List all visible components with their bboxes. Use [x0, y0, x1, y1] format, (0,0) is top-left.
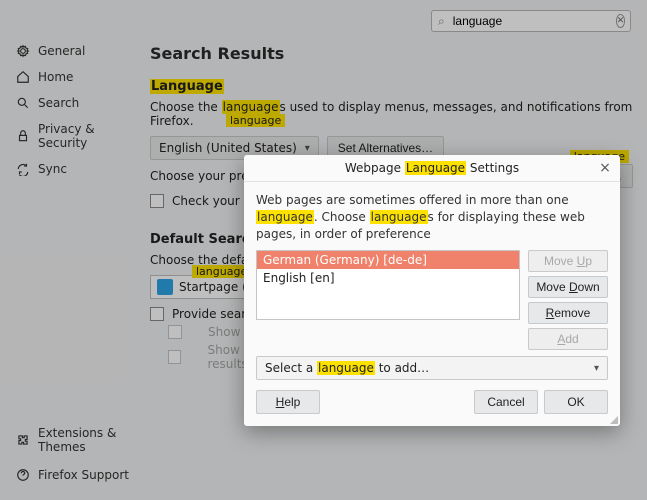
- close-icon[interactable]: ×: [598, 160, 612, 176]
- settings-sidebar: General Home Search Privacy & Security S…: [16, 44, 144, 176]
- check-spelling-checkbox[interactable]: [150, 194, 164, 208]
- sub-suggestion-checkbox: [168, 325, 182, 339]
- help-icon: [16, 468, 30, 482]
- add-language-select[interactable]: Select a language to add… ▾: [256, 356, 608, 380]
- move-up-button: Move Up: [528, 250, 608, 272]
- cancel-button[interactable]: Cancel: [474, 390, 538, 414]
- ok-button[interactable]: OK: [544, 390, 608, 414]
- language-order-list[interactable]: German (Germany) [de-de] English [en]: [256, 250, 520, 320]
- sidebar-item-privacy[interactable]: Privacy & Security: [16, 122, 144, 150]
- provide-suggestions-checkbox[interactable]: [150, 307, 164, 321]
- sidebar-label: Privacy & Security: [38, 122, 144, 150]
- search-hit-tooltip: language: [192, 265, 251, 278]
- sidebar-bottom: Extensions & Themes Firefox Support: [16, 426, 144, 482]
- sidebar-item-search[interactable]: Search: [16, 96, 144, 110]
- sidebar-label: General: [38, 44, 85, 58]
- chevron-down-icon: ▾: [305, 143, 310, 154]
- puzzle-icon: [16, 433, 30, 447]
- language-desc: Choose the languages used to display men…: [150, 100, 633, 128]
- sidebar-label: Search: [38, 96, 79, 110]
- settings-search[interactable]: ⌕ ✕: [431, 10, 631, 32]
- list-item[interactable]: English [en]: [257, 269, 519, 287]
- gear-icon: [16, 44, 30, 58]
- page-title: Search Results: [150, 44, 633, 63]
- move-down-button[interactable]: Move Down: [528, 276, 608, 298]
- resize-handle[interactable]: [608, 414, 618, 424]
- sidebar-label: Firefox Support: [38, 468, 129, 482]
- dialog-title: Webpage Language Settings ×: [244, 155, 620, 182]
- webpage-language-dialog: Webpage Language Settings × Web pages ar…: [244, 155, 620, 426]
- sidebar-label: Extensions & Themes: [38, 426, 144, 454]
- settings-search-input[interactable]: [451, 13, 610, 29]
- lock-icon: [16, 129, 30, 143]
- help-button[interactable]: Help: [256, 390, 320, 414]
- home-icon: [16, 70, 30, 84]
- dialog-explanation: Web pages are sometimes offered in more …: [256, 192, 608, 242]
- sidebar-item-sync[interactable]: Sync: [16, 162, 144, 176]
- search-icon: ⌕: [438, 14, 445, 29]
- sidebar-item-support[interactable]: Firefox Support: [16, 468, 144, 482]
- sidebar-label: Home: [38, 70, 73, 84]
- search-nav-icon: [16, 96, 30, 110]
- language-heading: Language: [150, 79, 633, 94]
- sub-suggestion-checkbox: [168, 350, 181, 364]
- sync-icon: [16, 162, 30, 176]
- list-item[interactable]: German (Germany) [de-de]: [257, 251, 519, 269]
- sidebar-label: Sync: [38, 162, 67, 176]
- add-button: Add: [528, 328, 608, 350]
- search-hit-tooltip: language: [226, 114, 285, 127]
- clear-search-icon[interactable]: ✕: [616, 14, 626, 28]
- engine-favicon-icon: [157, 279, 173, 295]
- sidebar-item-general[interactable]: General: [16, 44, 144, 58]
- sidebar-item-extensions[interactable]: Extensions & Themes: [16, 426, 144, 454]
- chevron-down-icon: ▾: [594, 363, 599, 374]
- sidebar-item-home[interactable]: Home: [16, 70, 144, 84]
- remove-button[interactable]: Remove: [528, 302, 608, 324]
